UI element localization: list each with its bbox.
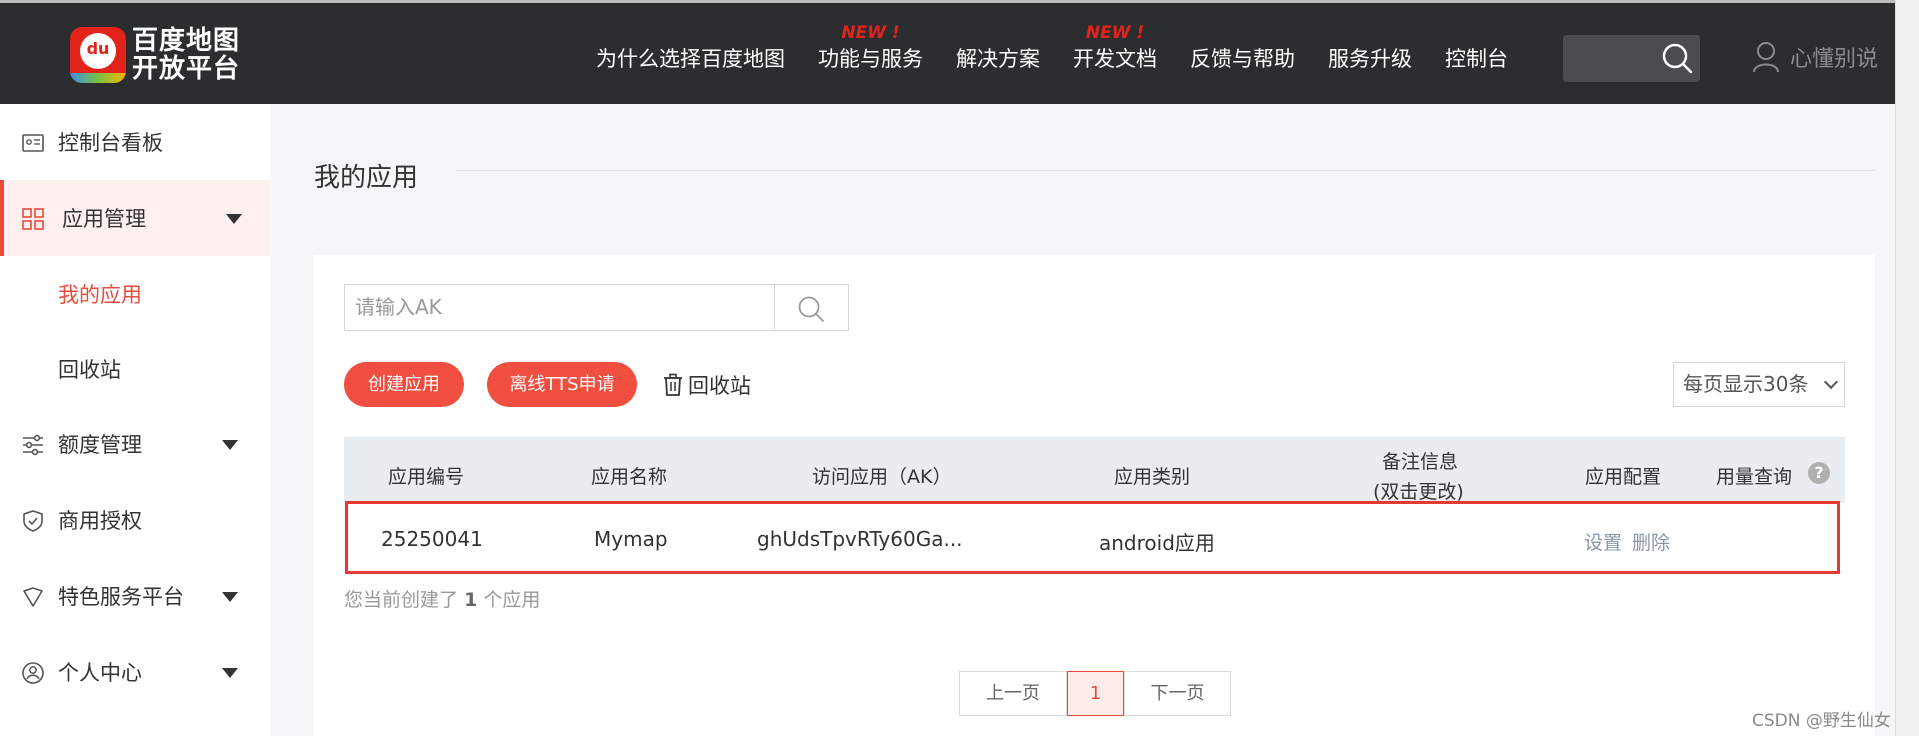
pagination: 上一页 1 下一页 [959,671,1231,716]
cell-app-id: 25250041 [381,527,483,551]
search-icon [798,296,824,322]
page-scrollbar[interactable] [1895,0,1919,736]
nav-console[interactable]: 控制台 [1445,43,1508,73]
sidebar-item-label: 控制台看板 [58,131,163,155]
summary-prefix: 您当前创建了 [344,589,459,611]
column-header-usage-query: 用量查询 [1716,466,1793,488]
main-nav: 为什么选择百度地图 NEW ! 功能与服务 解决方案 NEW ! 开发文档 反馈… [596,23,1541,73]
app-count-summary: 您当前创建了 1 个应用 [344,585,540,612]
cell-app-name: Mymap [594,527,668,551]
user-menu[interactable]: 心懂别说 [1752,41,1878,73]
chevron-down-icon [1823,374,1839,390]
column-header-app-type: 应用类别 [1114,466,1191,488]
nav-features-services[interactable]: NEW ! 功能与服务 [818,23,923,73]
sidebar-item-label: 个人中心 [58,661,142,685]
chevron-down-icon[interactable] [222,592,238,602]
nav-new-badge: NEW ! [1085,23,1145,43]
shield-icon [23,510,43,532]
next-page-button[interactable]: 下一页 [1124,671,1231,716]
nav-service-upgrade[interactable]: 服务升级 [1328,43,1412,73]
sidebar-item-quota-management[interactable]: 额度管理 [0,406,270,482]
sidebar-item-featured-services[interactable]: 特色服务平台 [0,558,270,634]
nav-solutions[interactable]: 解决方案 [956,43,1040,73]
summary-count: 1 [464,589,478,611]
search-icon[interactable] [1660,41,1694,75]
ak-search-button[interactable] [775,284,849,331]
sidebar: 控制台看板 应用管理 我的应用 回收站 额度管理 商用授权 特色服务平台 个人中… [0,104,270,736]
recycle-bin-link[interactable]: 回收站 [662,370,751,400]
sidebar-subitem-label: 回收站 [58,357,121,382]
nav-label: 开发文档 [1073,47,1157,71]
delete-link[interactable]: 删除 [1632,528,1670,555]
sidebar-subitem-label: 我的应用 [58,282,142,307]
sidebar-item-label: 额度管理 [58,433,142,457]
summary-suffix: 个应用 [483,589,541,611]
sidebar-subitem-my-apps[interactable]: 我的应用 [0,256,270,331]
title-divider [455,170,1875,171]
header-search-box[interactable] [1563,35,1700,82]
sidebar-item-app-management[interactable]: 应用管理 [0,180,270,256]
help-icon[interactable]: ? [1808,462,1830,484]
column-header-app-id: 应用编号 [388,466,465,488]
nav-dev-docs[interactable]: NEW ! 开发文档 [1073,23,1157,73]
nav-label: 反馈与帮助 [1190,47,1295,71]
nav-new-badge: NEW ! [841,23,900,43]
settings-link[interactable]: 设置 [1584,528,1622,555]
top-navigation-bar: du 百度地图 开放平台 为什么选择百度地图 NEW ! 功能与服务 解决方案 … [0,0,1895,104]
prev-page-button[interactable]: 上一页 [959,671,1067,716]
nav-label: 功能与服务 [818,47,923,71]
nav-label: 解决方案 [956,47,1040,71]
user-icon [1753,42,1779,73]
create-app-button[interactable]: 创建应用 [344,362,464,407]
user-circle-icon [22,662,44,684]
page-size-value: 每页显示30条 [1683,372,1809,396]
chevron-down-icon[interactable] [226,214,242,224]
watermark: CSDN @野生仙女 [1752,711,1891,731]
page-button-current[interactable]: 1 [1067,671,1124,716]
column-header-notes-hint: (双击更改) [1373,481,1464,503]
column-header-ak: 访问应用（AK） [812,466,952,488]
nav-label: 控制台 [1445,47,1508,71]
chevron-down-icon[interactable] [222,440,238,450]
chevron-down-icon[interactable] [222,668,238,678]
logo-mark: du [86,39,110,58]
nav-label: 服务升级 [1328,47,1412,71]
sidebar-item-label: 商用授权 [58,509,142,533]
baidu-map-logo[interactable]: du [70,27,126,83]
logo-line-1: 百度地图 [132,26,241,56]
trash-icon [664,373,682,396]
grid-icon [22,208,44,230]
page-title: 我的应用 [314,163,419,193]
page-size-select[interactable]: 每页显示30条 [1673,362,1845,407]
sliders-icon [23,434,43,456]
sidebar-subitem-recycle-bin[interactable]: 回收站 [0,331,270,406]
column-header-app-config: 应用配置 [1585,466,1662,488]
nav-label: 为什么选择百度地图 [596,47,785,71]
logo-line-2: 开放平台 [132,54,241,84]
nav-feedback-help[interactable]: 反馈与帮助 [1190,43,1295,73]
ak-search-input[interactable]: 请输入AK [344,284,775,331]
offline-tts-apply-button[interactable]: 离线TTS申请 [487,362,637,407]
recycle-bin-label: 回收站 [688,374,751,398]
nav-why-baidu-map[interactable]: 为什么选择百度地图 [596,43,785,73]
id-card-icon [22,134,44,152]
sidebar-item-label: 特色服务平台 [58,585,184,609]
cell-ak[interactable]: ghUdsTpvRTy60Ga... [757,527,963,551]
sidebar-item-label: 应用管理 [62,207,146,231]
user-name: 心懂别说 [1790,47,1879,72]
sidebar-item-personal-center[interactable]: 个人中心 [0,634,270,710]
logo-text[interactable]: 百度地图 开放平台 [132,27,240,83]
cell-app-type: android应用 [1099,531,1215,555]
heart-shield-icon [23,587,43,607]
logo-color-band [70,73,126,83]
sidebar-item-commercial-license[interactable]: 商用授权 [0,482,270,558]
sidebar-item-dashboard[interactable]: 控制台看板 [0,104,270,180]
column-header-app-name: 应用名称 [591,466,668,488]
column-header-notes: 备注信息 [1382,451,1459,473]
